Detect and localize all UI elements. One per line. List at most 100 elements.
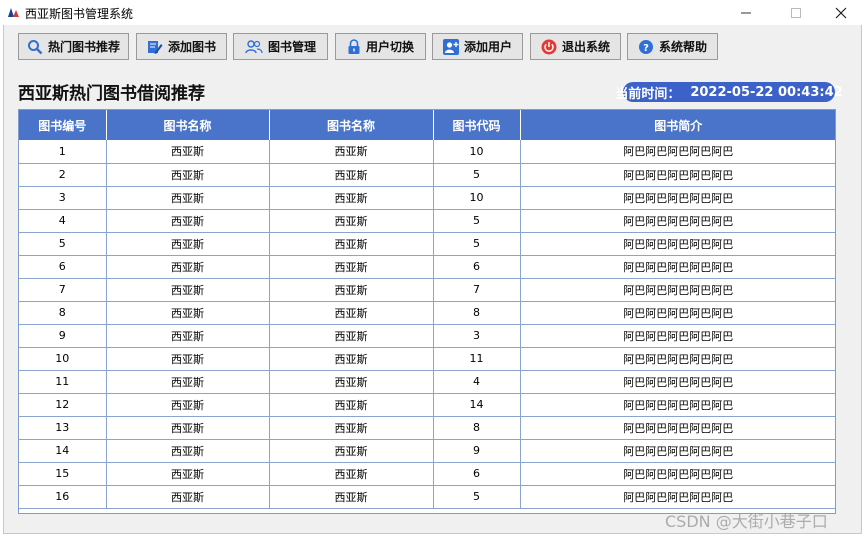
system-help-button[interactable]: ? 系统帮助: [627, 33, 718, 60]
table-cell[interactable]: 西亚斯: [106, 370, 270, 394]
table-cell[interactable]: 西亚斯: [106, 163, 270, 187]
table-cell[interactable]: 8: [433, 416, 521, 440]
table-cell[interactable]: 5: [433, 163, 521, 187]
table-cell[interactable]: 6: [433, 255, 521, 279]
table-cell[interactable]: 西亚斯: [269, 416, 434, 440]
maximize-button[interactable]: [773, 0, 819, 25]
table-cell[interactable]: 12: [19, 393, 107, 417]
table-cell[interactable]: 阿巴阿巴阿巴阿巴阿巴: [520, 186, 835, 210]
table-cell[interactable]: 西亚斯: [106, 255, 270, 279]
book-management-button[interactable]: 图书管理: [233, 33, 328, 60]
switch-user-button[interactable]: 用户切换: [335, 33, 426, 60]
add-user-button[interactable]: 添加用户: [432, 33, 523, 60]
table-cell[interactable]: 9: [433, 439, 521, 463]
table-row[interactable]: 1 西亚斯 西亚斯 10 阿巴阿巴阿巴阿巴阿巴: [19, 140, 835, 164]
table-cell[interactable]: 11: [433, 347, 521, 371]
table-cell[interactable]: 西亚斯: [269, 439, 434, 463]
books-data-grid[interactable]: 图书编号 图书名称 图书名称 图书代码 图书简介 1 西亚斯 西亚斯 10 阿巴阿巴阿巴…: [18, 109, 836, 514]
column-header[interactable]: 图书代码: [433, 110, 521, 140]
table-cell[interactable]: 阿巴阿巴阿巴阿巴阿巴: [520, 393, 835, 417]
table-cell[interactable]: 西亚斯: [106, 485, 270, 509]
table-row[interactable]: 15 西亚斯 西亚斯 6 阿巴阿巴阿巴阿巴阿巴: [19, 462, 835, 486]
table-cell[interactable]: 13: [19, 416, 107, 440]
table-cell[interactable]: 阿巴阿巴阿巴阿巴阿巴: [520, 347, 835, 371]
table-cell[interactable]: 西亚斯: [106, 140, 270, 164]
table-cell[interactable]: 8: [433, 301, 521, 325]
table-cell[interactable]: 8: [19, 301, 107, 325]
table-cell[interactable]: 5: [433, 485, 521, 509]
table-cell[interactable]: 5: [433, 209, 521, 233]
table-cell[interactable]: 阿巴阿巴阿巴阿巴阿巴: [520, 232, 835, 256]
table-row[interactable]: 3 西亚斯 西亚斯 10 阿巴阿巴阿巴阿巴阿巴: [19, 186, 835, 210]
table-cell[interactable]: 西亚斯: [269, 324, 434, 348]
table-cell[interactable]: 7: [433, 278, 521, 302]
table-cell[interactable]: 5: [433, 232, 521, 256]
table-cell[interactable]: 16: [19, 485, 107, 509]
table-cell[interactable]: 西亚斯: [269, 347, 434, 371]
column-header[interactable]: 图书名称: [269, 110, 434, 140]
table-row[interactable]: 9 西亚斯 西亚斯 3 阿巴阿巴阿巴阿巴阿巴: [19, 324, 835, 348]
table-cell[interactable]: 9: [19, 324, 107, 348]
table-cell[interactable]: 11: [19, 370, 107, 394]
table-cell[interactable]: 西亚斯: [269, 186, 434, 210]
table-cell[interactable]: 7: [19, 278, 107, 302]
table-cell[interactable]: 西亚斯: [269, 232, 434, 256]
table-row[interactable]: 6 西亚斯 西亚斯 6 阿巴阿巴阿巴阿巴阿巴: [19, 255, 835, 279]
table-row[interactable]: 8 西亚斯 西亚斯 8 阿巴阿巴阿巴阿巴阿巴: [19, 301, 835, 325]
table-cell[interactable]: 10: [19, 347, 107, 371]
table-cell[interactable]: 西亚斯: [106, 278, 270, 302]
table-cell[interactable]: 阿巴阿巴阿巴阿巴阿巴: [520, 255, 835, 279]
table-cell[interactable]: 6: [19, 255, 107, 279]
table-cell[interactable]: 西亚斯: [106, 186, 270, 210]
table-row[interactable]: 2 西亚斯 西亚斯 5 阿巴阿巴阿巴阿巴阿巴: [19, 163, 835, 187]
table-cell[interactable]: 西亚斯: [106, 301, 270, 325]
hot-books-button[interactable]: 热门图书推荐: [18, 33, 129, 60]
table-row[interactable]: 5 西亚斯 西亚斯 5 阿巴阿巴阿巴阿巴阿巴: [19, 232, 835, 256]
table-cell[interactable]: 西亚斯: [269, 140, 434, 164]
table-cell[interactable]: 阿巴阿巴阿巴阿巴阿巴: [520, 278, 835, 302]
table-row[interactable]: 4 西亚斯 西亚斯 5 阿巴阿巴阿巴阿巴阿巴: [19, 209, 835, 233]
table-cell[interactable]: 阿巴阿巴阿巴阿巴阿巴: [520, 416, 835, 440]
table-row[interactable]: 11 西亚斯 西亚斯 4 阿巴阿巴阿巴阿巴阿巴: [19, 370, 835, 394]
table-cell[interactable]: 西亚斯: [269, 278, 434, 302]
table-row[interactable]: 10 西亚斯 西亚斯 11 阿巴阿巴阿巴阿巴阿巴: [19, 347, 835, 371]
table-cell[interactable]: 6: [433, 462, 521, 486]
table-row[interactable]: 12 西亚斯 西亚斯 14 阿巴阿巴阿巴阿巴阿巴: [19, 393, 835, 417]
table-cell[interactable]: 1: [19, 140, 107, 164]
table-cell[interactable]: 14: [433, 393, 521, 417]
table-cell[interactable]: 西亚斯: [106, 416, 270, 440]
exit-system-button[interactable]: 退出系统: [530, 33, 621, 60]
table-cell[interactable]: 西亚斯: [106, 439, 270, 463]
table-row[interactable]: 13 西亚斯 西亚斯 8 阿巴阿巴阿巴阿巴阿巴: [19, 416, 835, 440]
table-cell[interactable]: 西亚斯: [269, 370, 434, 394]
table-cell[interactable]: 2: [19, 163, 107, 187]
table-cell[interactable]: 阿巴阿巴阿巴阿巴阿巴: [520, 462, 835, 486]
table-cell[interactable]: 阿巴阿巴阿巴阿巴阿巴: [520, 209, 835, 233]
table-cell[interactable]: 西亚斯: [269, 163, 434, 187]
table-cell[interactable]: 西亚斯: [106, 324, 270, 348]
table-cell[interactable]: 3: [433, 324, 521, 348]
table-cell[interactable]: 西亚斯: [106, 232, 270, 256]
table-cell[interactable]: 阿巴阿巴阿巴阿巴阿巴: [520, 163, 835, 187]
table-cell[interactable]: 阿巴阿巴阿巴阿巴阿巴: [520, 439, 835, 463]
table-cell[interactable]: 4: [19, 209, 107, 233]
table-cell[interactable]: 西亚斯: [106, 347, 270, 371]
table-cell[interactable]: 14: [19, 439, 107, 463]
column-header[interactable]: 图书名称: [106, 110, 270, 140]
minimize-button[interactable]: [723, 0, 769, 25]
table-cell[interactable]: 3: [19, 186, 107, 210]
table-row[interactable]: 14 西亚斯 西亚斯 9 阿巴阿巴阿巴阿巴阿巴: [19, 439, 835, 463]
table-cell[interactable]: 阿巴阿巴阿巴阿巴阿巴: [520, 324, 835, 348]
table-cell[interactable]: 西亚斯: [269, 393, 434, 417]
table-cell[interactable]: 西亚斯: [106, 393, 270, 417]
table-cell[interactable]: 4: [433, 370, 521, 394]
table-row[interactable]: 16 西亚斯 西亚斯 5 阿巴阿巴阿巴阿巴阿巴: [19, 485, 835, 509]
table-cell[interactable]: 10: [433, 186, 521, 210]
table-cell[interactable]: 西亚斯: [269, 462, 434, 486]
table-cell[interactable]: 西亚斯: [269, 255, 434, 279]
table-cell[interactable]: 阿巴阿巴阿巴阿巴阿巴: [520, 301, 835, 325]
table-cell[interactable]: 西亚斯: [269, 485, 434, 509]
table-cell[interactable]: 10: [433, 140, 521, 164]
column-header[interactable]: 图书简介: [520, 110, 835, 140]
table-cell[interactable]: 阿巴阿巴阿巴阿巴阿巴: [520, 140, 835, 164]
